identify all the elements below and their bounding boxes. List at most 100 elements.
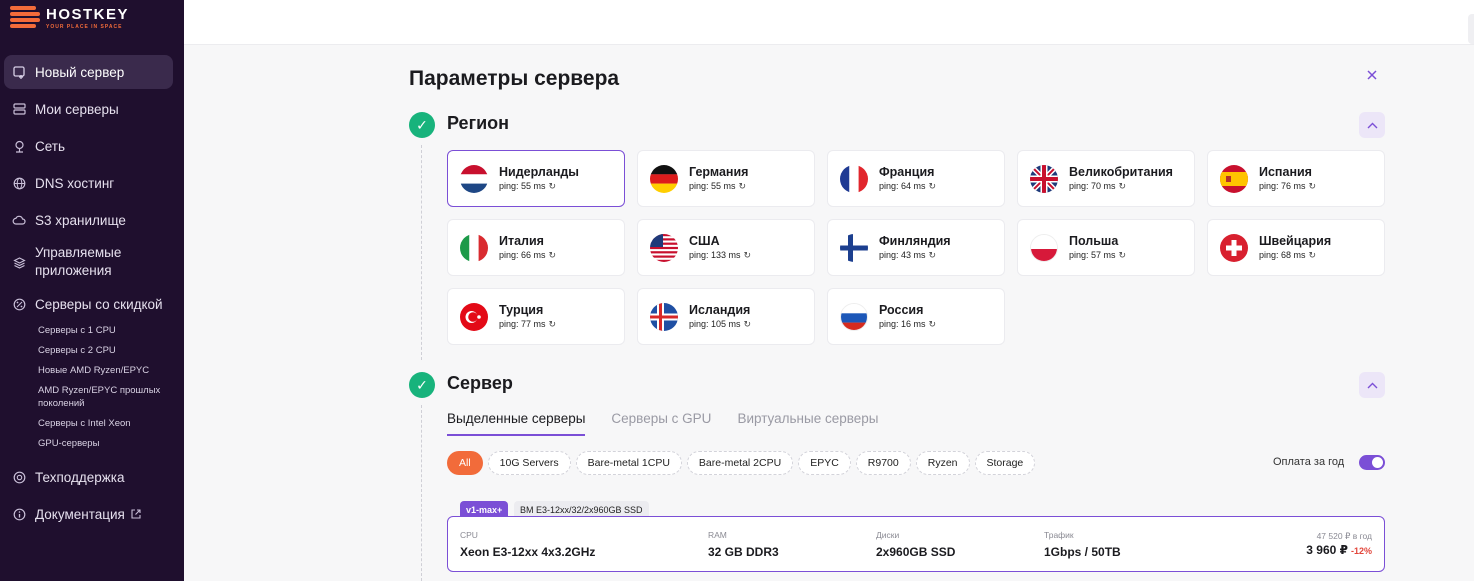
region-card-finland[interactable]: Финляндия ping: 43 ms ↻ [827,219,1005,276]
tab-virtual[interactable]: Виртуальные серверы [737,411,878,436]
sidebar-subitem-gpu[interactable]: GPU-серверы [4,437,173,450]
refresh-icon[interactable]: ↻ [549,181,557,191]
disk-label: Диски [876,530,900,540]
flag-gb-icon [1030,164,1058,193]
sidebar-item-label: Документация [35,506,125,522]
region-card-iceland[interactable]: Исландия ping: 105 ms ↻ [637,288,815,345]
sidebar-item-discount-servers[interactable]: Серверы со скидкой [4,287,173,321]
refresh-icon[interactable]: ↻ [549,250,557,260]
chevron-up-icon [1367,382,1377,389]
cloud-icon [12,213,26,227]
sidebar-subitem-old-amd[interactable]: AMD Ryzen/EPYC прошлых поколений [4,384,173,410]
country-name: США [689,234,720,248]
sidebar-item-network[interactable]: Сеть [4,129,173,163]
country-name: Германия [689,165,749,179]
filter-r9700[interactable]: R9700 [855,451,911,475]
hostkey-logo[interactable]: HOSTKEY YOUR PLACE IN SPACE [10,6,129,30]
refresh-icon[interactable]: ↻ [929,319,937,329]
refresh-icon[interactable]: ↻ [1119,181,1127,191]
region-card-turkey[interactable]: Турция ping: 77 ms ↻ [447,288,625,345]
country-name: Польша [1069,234,1119,248]
flag-us-icon [650,233,678,262]
flag-de-icon [650,164,678,193]
refresh-icon[interactable]: ↻ [549,319,557,329]
sidebar-item-support[interactable]: Техподдержка [4,460,173,494]
info-icon [12,507,26,521]
sidebar-item-label: Новый сервер [35,64,125,80]
country-name: Турция [499,303,544,317]
sidebar-item-docs[interactable]: Документация [4,497,173,531]
close-button[interactable] [1364,69,1380,85]
yearly-payment-label: Оплата за год [1273,456,1345,468]
refresh-icon[interactable]: ↻ [929,181,937,191]
sidebar-subitem-new-amd[interactable]: Новые AMD Ryzen/EPYC [4,364,173,377]
region-card-netherlands[interactable]: Нидерланды ping: 55 ms ↻ [447,150,625,207]
filter-10g[interactable]: 10G Servers [487,451,571,475]
filter-bm-2cpu[interactable]: Bare-metal 2CPU [686,451,794,475]
sidebar-subitem-2cpu[interactable]: Серверы с 2 CPU [4,344,173,357]
ping-value: ping: 55 ms [499,181,546,191]
country-name: Нидерланды [499,165,579,179]
country-name: Финляндия [879,234,951,248]
sidebar-item-managed-apps[interactable]: Управляемые приложения [4,240,173,284]
tab-gpu[interactable]: Серверы с GPU [611,411,711,436]
sidebar-item-my-servers[interactable]: Мои серверы [4,92,173,126]
flag-es-icon [1220,164,1248,193]
cpu-spec: CPU Xeon E3-12xx 4x3.2GHz [460,530,595,561]
country-name: Швейцария [1259,234,1332,248]
region-card-germany[interactable]: Германия ping: 55 ms ↻ [637,150,815,207]
region-card-france[interactable]: Франция ping: 64 ms ↻ [827,150,1005,207]
filter-ryzen[interactable]: Ryzen [915,451,970,475]
refresh-icon[interactable]: ↻ [744,250,752,260]
region-card-spain[interactable]: Испания ping: 76 ms ↻ [1207,150,1385,207]
region-card-uk[interactable]: Великобритания ping: 70 ms ↻ [1017,150,1195,207]
region-card-russia[interactable]: Россия ping: 16 ms ↻ [827,288,1005,345]
yearly-payment-toggle[interactable] [1359,455,1385,470]
region-card-poland[interactable]: Польша ping: 57 ms ↻ [1017,219,1195,276]
sidebar-item-s3[interactable]: S3 хранилище [4,203,173,237]
country-name: Великобритания [1069,165,1173,179]
flag-is-icon [650,302,678,331]
sidebar-item-dns[interactable]: DNS хостинг [4,166,173,200]
sidebar-subitem-1cpu[interactable]: Серверы с 1 CPU [4,324,173,337]
refresh-icon[interactable]: ↻ [1309,250,1317,260]
ping-value: ping: 105 ms [689,319,741,329]
filter-bm-1cpu[interactable]: Bare-metal 1CPU [575,451,682,475]
ram-value: 32 GB DDR3 [708,545,779,559]
filter-epyc[interactable]: EPYC [798,451,851,475]
network-icon [12,139,26,153]
country-name: Исландия [689,303,751,317]
refresh-icon[interactable]: ↻ [744,319,752,329]
logo-mark-icon [10,6,40,28]
ping-value: ping: 66 ms [499,250,546,260]
refresh-icon[interactable]: ↻ [1309,181,1317,191]
traffic-label: Трафик [1044,530,1074,540]
filter-storage[interactable]: Storage [974,451,1036,475]
cpu-value: Xeon E3-12xx 4x3.2GHz [460,545,596,559]
region-collapse-button[interactable] [1359,112,1385,138]
region-card-switzerland[interactable]: Швейцария ping: 68 ms ↻ [1207,219,1385,276]
sidebar-subitem-intel-xeon[interactable]: Серверы с Intel Xeon [4,417,173,430]
sidebar-item-new-server[interactable]: Новый сервер [4,55,173,89]
ping-value: ping: 43 ms [879,250,926,260]
cpu-label: CPU [460,530,478,540]
close-icon [1367,70,1377,80]
sidebar-item-label: Серверы со скидкой [35,296,163,312]
tab-dedicated[interactable]: Выделенные серверы [447,411,586,436]
servers-icon [12,102,26,116]
refresh-icon[interactable]: ↻ [739,181,747,191]
ping-value: ping: 70 ms [1069,181,1116,191]
flag-ch-icon [1220,233,1248,262]
server-offer-row[interactable]: CPU Xeon E3-12xx 4x3.2GHz RAM 32 GB DDR3… [447,516,1385,572]
server-collapse-button[interactable] [1359,372,1385,398]
region-card-usa[interactable]: США ping: 133 ms ↻ [637,219,815,276]
traffic-spec: Трафик 1Gbps / 50TB [1044,530,1121,561]
server-connector [421,405,422,581]
region-connector [421,145,422,360]
refresh-icon[interactable]: ↻ [929,250,937,260]
country-name: Франция [879,165,935,179]
region-card-italy[interactable]: Италия ping: 66 ms ↻ [447,219,625,276]
page-title: Параметры сервера [409,67,620,90]
filter-all[interactable]: All [447,451,483,475]
refresh-icon[interactable]: ↻ [1119,250,1127,260]
